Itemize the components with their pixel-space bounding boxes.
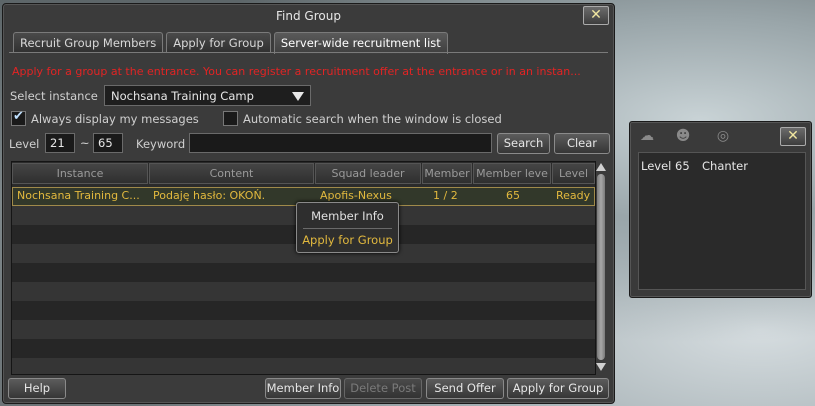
empty-row [12,282,595,301]
column-header-member-level[interactable]: Member leve [473,163,551,184]
close-button[interactable]: ✕ [583,6,609,25]
member-info-content: Level 65 Chanter [638,152,806,290]
row-instance: Nochsana Training C... [17,189,140,202]
empty-row [12,320,595,339]
person-icon: ☻ [675,128,691,144]
level-label: Level [9,137,40,151]
send-offer-button[interactable]: Send Offer [426,378,504,399]
scroll-down-icon[interactable] [596,363,606,371]
cloud-icon: ☁ [640,128,654,144]
scroll-thumb[interactable] [597,174,605,360]
column-header-instance[interactable]: Instance [12,163,148,184]
apply-for-group-button[interactable]: Apply for Group [507,378,609,399]
search-button[interactable]: Search [497,133,550,154]
keyword-input[interactable] [189,133,492,153]
row-squad-leader: Apofis-Nexus [320,189,392,202]
scroll-up-icon[interactable] [596,163,606,171]
empty-row [12,358,595,374]
row-status: Ready [556,189,591,202]
empty-row [12,339,595,358]
tab-bar: Recruit Group Members Apply for Group Se… [13,32,448,54]
menu-divider [303,228,392,229]
always-display-checkbox[interactable] [11,109,26,126]
level-max-input[interactable]: 65 [93,133,123,153]
window-title: Find Group [276,9,341,23]
help-button[interactable]: Help [8,378,66,399]
select-instance-label: Select instance [10,89,98,103]
menu-item-member-info[interactable]: Member Info [297,209,398,223]
tab-server-wide-recruitment-list[interactable]: Server-wide recruitment list [273,32,448,54]
delete-post-button[interactable]: Delete Post [344,378,422,399]
empty-row [12,263,595,282]
level-min-input[interactable]: 21 [45,133,75,153]
member-info-panel: ☁ ☻ ◎ ✕ Level 65 Chanter [629,121,812,298]
column-header-level[interactable]: Level [552,163,595,184]
row-member-level: 65 [506,189,520,202]
list-scrollbar[interactable] [595,161,607,373]
always-display-label: Always display my messages [31,112,199,126]
panel-close-button[interactable]: ✕ [780,127,806,146]
tab-apply-for-group[interactable]: Apply for Group [166,32,271,53]
column-header-member[interactable]: Member [422,163,472,184]
eye-icon: ◎ [716,128,730,144]
recruitment-list: Instance Content Squad leader Member Mem… [11,161,596,375]
member-class-text: Chanter [702,159,748,173]
level-separator: ~ [80,136,90,150]
member-info-button[interactable]: Member Info [265,378,341,399]
keyword-label: Keyword [136,137,186,151]
menu-item-apply-for-group[interactable]: Apply for Group [297,233,398,247]
row-content: Podaję hasło: OKOŃ. [153,189,266,202]
tab-divider [9,52,608,53]
member-level-text: Level 65 [641,159,690,173]
row-members: 1 / 2 [433,189,458,202]
instance-dropdown[interactable]: Nochsana Training Camp [104,85,311,106]
auto-search-checkbox[interactable] [223,111,238,126]
chevron-down-icon [292,92,304,101]
row-context-menu: Member Info Apply for Group [296,202,399,253]
empty-row [12,301,595,320]
clear-button[interactable]: Clear [554,133,610,154]
column-header-squad-leader[interactable]: Squad leader [315,163,421,184]
auto-search-label: Automatic search when the window is clos… [243,112,502,126]
tab-recruit-group-members[interactable]: Recruit Group Members [13,32,164,53]
column-header-content[interactable]: Content [149,163,314,184]
instance-dropdown-value: Nochsana Training Camp [111,89,254,103]
notice-text: Apply for a group at the entrance. You c… [12,65,581,78]
